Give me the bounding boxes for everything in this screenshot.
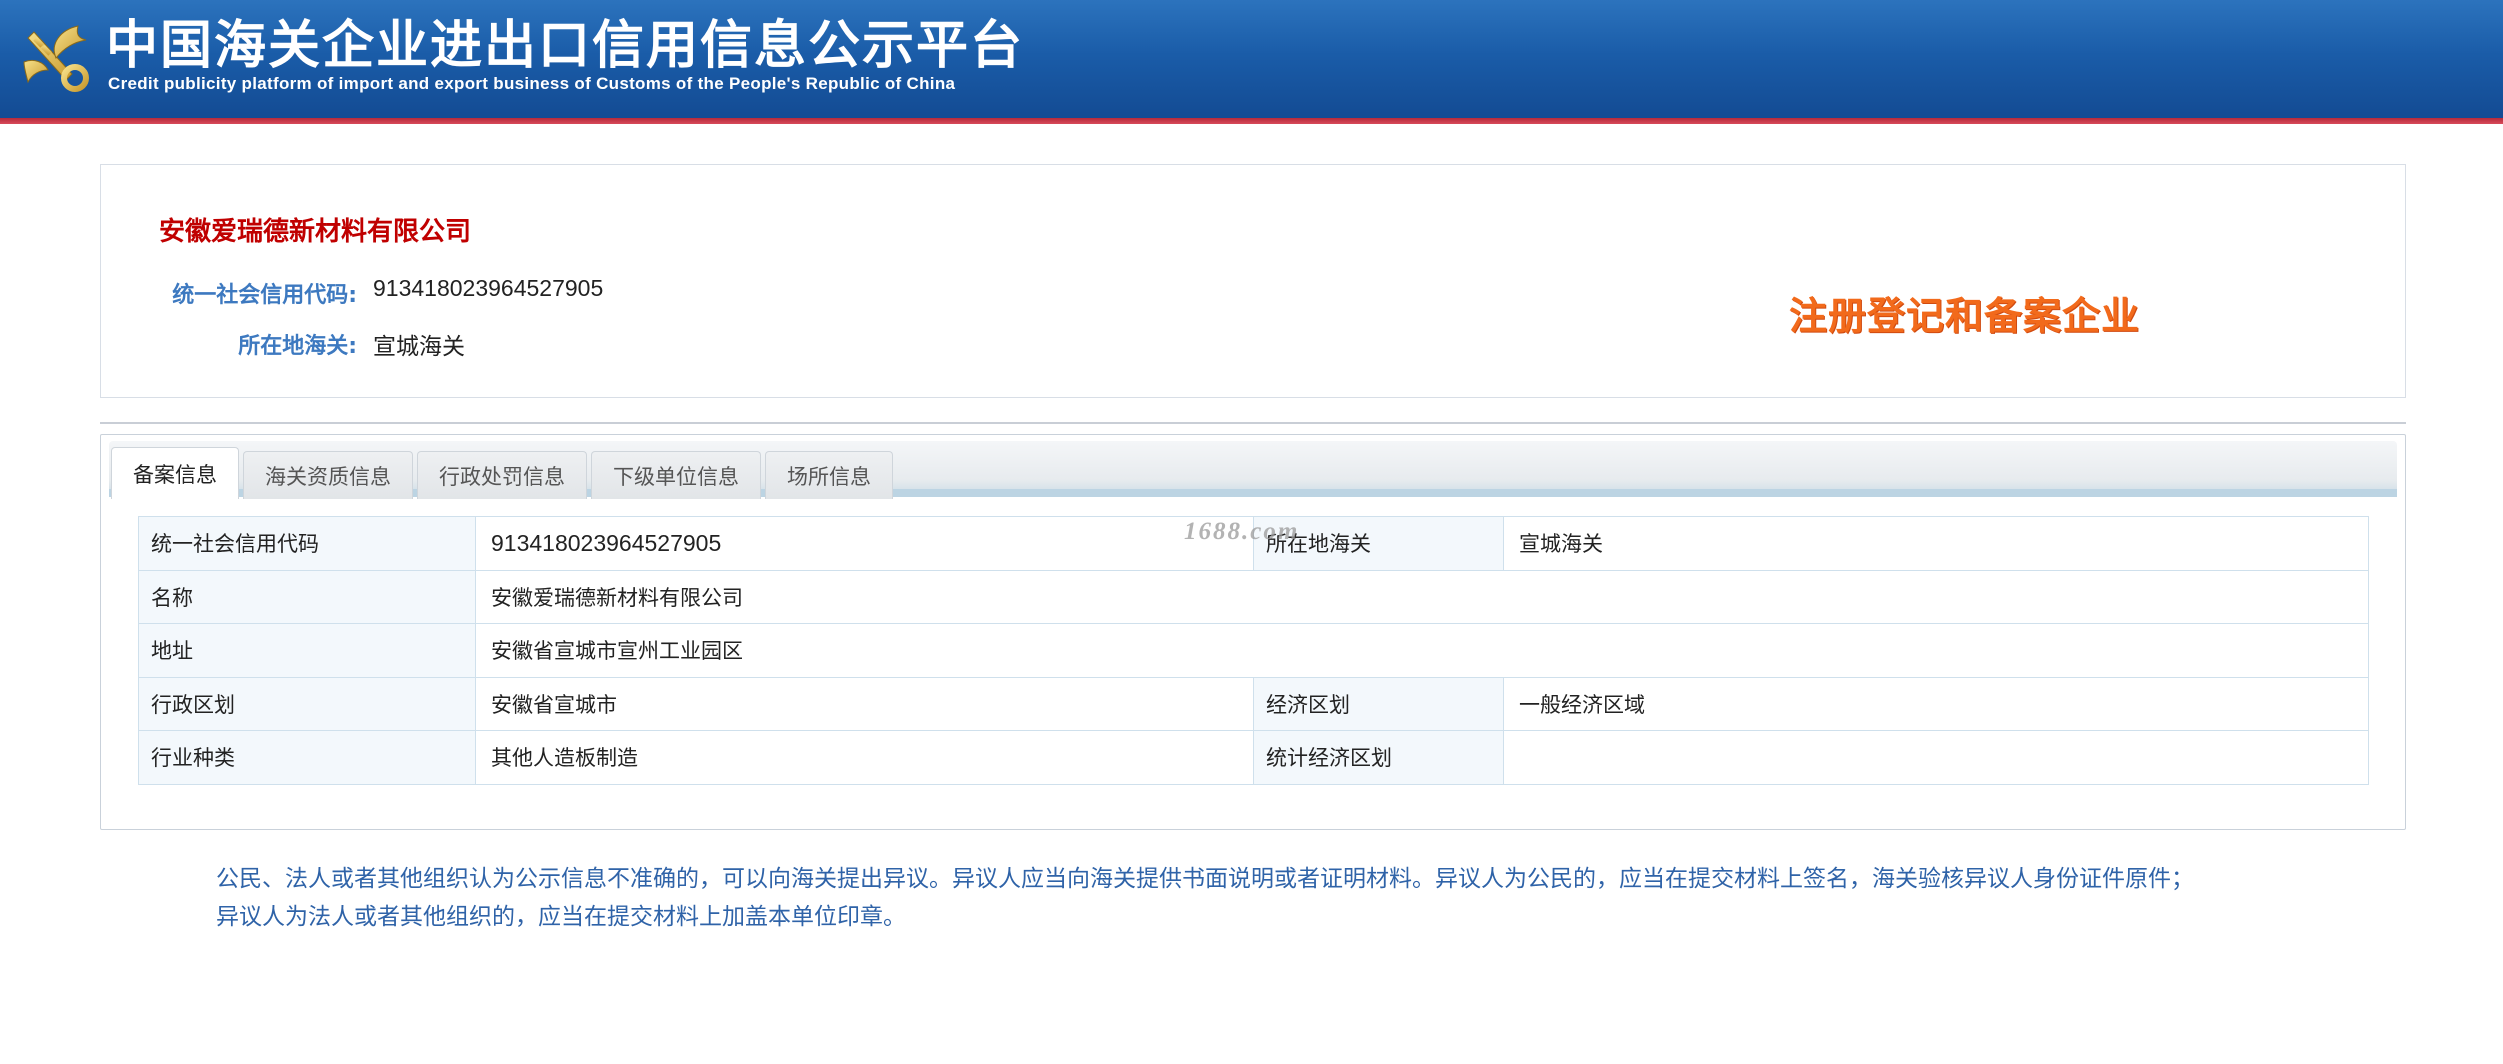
table-value: 其他人造板制造	[475, 730, 1254, 785]
company-name: 安徽爱瑞德新材料有限公司	[159, 217, 472, 247]
customs-value: 宣城海关	[373, 333, 465, 359]
table-value: 一般经济区域	[1503, 676, 2369, 731]
tab-subordinate-units[interactable]: 下级单位信息	[591, 451, 761, 499]
header-red-strip	[0, 118, 2503, 124]
watermark-text: 1688.com	[1184, 518, 1300, 545]
filing-info-table: 统一社会信用代码 913418023964527905 所在地海关 宣城海关 名…	[138, 516, 2369, 785]
table-value: 宣城海关	[1503, 516, 2369, 571]
customs-emblem-icon	[23, 25, 89, 92]
table-value: 安徽省宣城市宣州工业园区	[475, 623, 2369, 678]
section-divider	[100, 422, 2406, 424]
notice-line-1: 公民、法人或者其他组织认为公示信息不准确的，可以向海关提出异议。异议人应当向海关…	[216, 866, 2194, 892]
table-value	[1503, 730, 2369, 785]
tab-customs-qualification[interactable]: 海关资质信息	[243, 451, 413, 499]
table-value: 913418023964527905	[475, 516, 1254, 571]
table-value: 安徽爱瑞德新材料有限公司	[475, 569, 2369, 624]
objection-notice: 公民、法人或者其他组织认为公示信息不准确的，可以向海关提出异议。异议人应当向海关…	[216, 860, 2356, 936]
table-label: 名称	[138, 569, 476, 624]
credit-code-label: 统一社会信用代码:	[172, 283, 357, 308]
tab-site-info[interactable]: 场所信息	[765, 451, 893, 499]
table-row: 名称 安徽爱瑞德新材料有限公司	[138, 569, 2369, 624]
credit-code-value: 913418023964527905	[373, 275, 604, 301]
company-summary-card: 安徽爱瑞德新材料有限公司 统一社会信用代码: 91341802396452790…	[100, 164, 2406, 398]
table-row: 行政区划 安徽省宣城市 经济区划 一般经济区域	[138, 676, 2369, 731]
status-badge: 注册登记和备案企业	[1789, 294, 2141, 338]
customs-label: 所在地海关:	[238, 334, 357, 359]
site-header: 中国海关企业进出口信用信息公示平台 Credit publicity platf…	[0, 0, 2503, 122]
notice-line-2: 异议人为法人或者其他组织的，应当在提交材料上加盖本单位印章。	[216, 904, 906, 930]
table-label: 统一社会信用代码	[138, 516, 476, 571]
site-subtitle-en: Credit publicity platform of import and …	[108, 74, 956, 93]
table-label: 行业种类	[138, 730, 476, 785]
table-row: 地址 安徽省宣城市宣州工业园区	[138, 623, 2369, 678]
table-row: 行业种类 其他人造板制造 统计经济区划	[138, 730, 2369, 785]
table-label: 行政区划	[138, 676, 476, 731]
table-label: 地址	[138, 623, 476, 678]
table-label: 统计经济区划	[1253, 730, 1504, 785]
table-value: 安徽省宣城市	[475, 676, 1254, 731]
site-title: 中国海关企业进出口信用信息公示平台	[106, 16, 1025, 76]
tab-administrative-penalty[interactable]: 行政处罚信息	[417, 451, 587, 499]
table-label: 经济区划	[1253, 676, 1504, 731]
tab-filing-info[interactable]: 备案信息	[111, 447, 239, 499]
